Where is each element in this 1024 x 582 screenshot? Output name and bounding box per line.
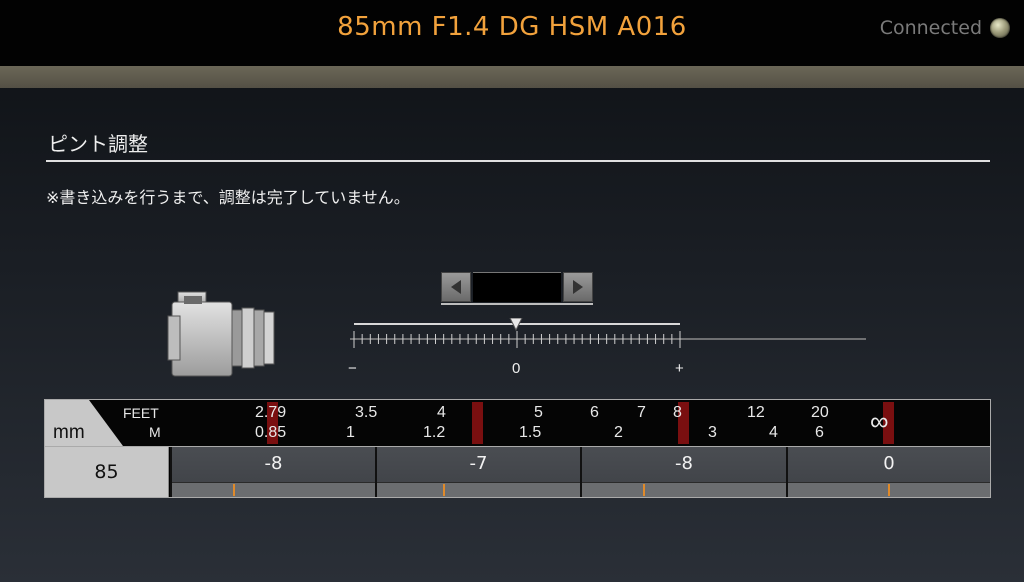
camera-icon xyxy=(167,291,275,377)
feet-value: 12 xyxy=(747,404,765,421)
section-note: ※書き込みを行うまで、調整は完了していません。 xyxy=(46,188,410,207)
feet-value: 5 xyxy=(534,404,543,421)
adjust-value: 0 xyxy=(883,453,895,474)
increase-button[interactable] xyxy=(563,272,593,302)
focus-adjust-slider[interactable]: − 0 + xyxy=(348,318,870,378)
header-divider-bar xyxy=(0,66,1024,88)
connection-label: Connected xyxy=(879,17,982,39)
connection-status: Connected xyxy=(880,17,1010,39)
adjust-track xyxy=(788,482,990,497)
unit-label: mm xyxy=(53,422,85,443)
feet-value: 8 xyxy=(673,404,682,421)
adjust-track xyxy=(172,482,375,497)
title-bar: 85mm F1.4 DG HSM A016 Connected xyxy=(0,0,1024,66)
lens-name: 85mm F1.4 DG HSM A016 xyxy=(337,12,687,42)
feet-value: 4 xyxy=(437,404,446,421)
adjust-marker xyxy=(233,484,235,496)
adjust-cell[interactable]: -7 xyxy=(375,447,580,497)
focus-table: mm FEET M 2.79 3.5 4 5 6 7 8 12 20 0.85 … xyxy=(44,399,991,498)
m-value: 2 xyxy=(614,424,623,441)
adjust-marker xyxy=(443,484,445,496)
slider-scale xyxy=(350,318,866,348)
adjust-cell[interactable]: 0 xyxy=(786,447,990,497)
chevron-left-icon xyxy=(451,280,461,294)
adjust-cell[interactable]: -8 xyxy=(580,447,786,497)
m-value: 3 xyxy=(708,424,717,441)
feet-value: 2.79 xyxy=(255,404,287,421)
m-value: 0.85 xyxy=(255,424,287,441)
adjust-value: -8 xyxy=(264,453,283,474)
feet-label: FEET xyxy=(123,405,159,421)
adjust-control xyxy=(441,272,593,304)
feet-value: 6 xyxy=(590,404,599,421)
adjust-marker xyxy=(643,484,645,496)
distance-marker xyxy=(472,402,483,444)
m-value: 6 xyxy=(815,424,824,441)
adjust-value: -8 xyxy=(675,453,693,474)
adjust-track xyxy=(582,482,786,497)
chevron-right-icon xyxy=(573,280,583,294)
m-label: M xyxy=(149,424,161,440)
feet-value: 7 xyxy=(637,404,646,421)
feet-value: 20 xyxy=(811,404,829,421)
section-title: ピント調整 xyxy=(48,132,148,156)
focal-length-cell: 85 xyxy=(45,447,169,497)
section-divider xyxy=(46,160,990,162)
adjust-cell[interactable]: -8 xyxy=(170,447,375,497)
m-value: 1 xyxy=(346,424,355,441)
scale-zero-label: 0 xyxy=(512,360,521,377)
feet-value: 3.5 xyxy=(355,404,378,421)
m-value: 1.5 xyxy=(519,424,542,441)
scale-plus-label: + xyxy=(675,360,684,377)
scale-minus-label: − xyxy=(348,360,357,377)
m-value: 4 xyxy=(769,424,778,441)
infinity-icon: ∞ xyxy=(870,406,889,436)
adjust-marker xyxy=(888,484,890,496)
adjust-value: -7 xyxy=(469,453,488,474)
adjust-value-display xyxy=(473,272,561,302)
distance-scale-header: mm FEET M 2.79 3.5 4 5 6 7 8 12 20 0.85 … xyxy=(45,400,990,447)
connection-led-icon xyxy=(990,18,1010,38)
adjust-track xyxy=(377,482,580,497)
adjust-control-underline xyxy=(441,303,593,305)
m-value: 1.2 xyxy=(423,424,446,441)
decrease-button[interactable] xyxy=(441,272,471,302)
